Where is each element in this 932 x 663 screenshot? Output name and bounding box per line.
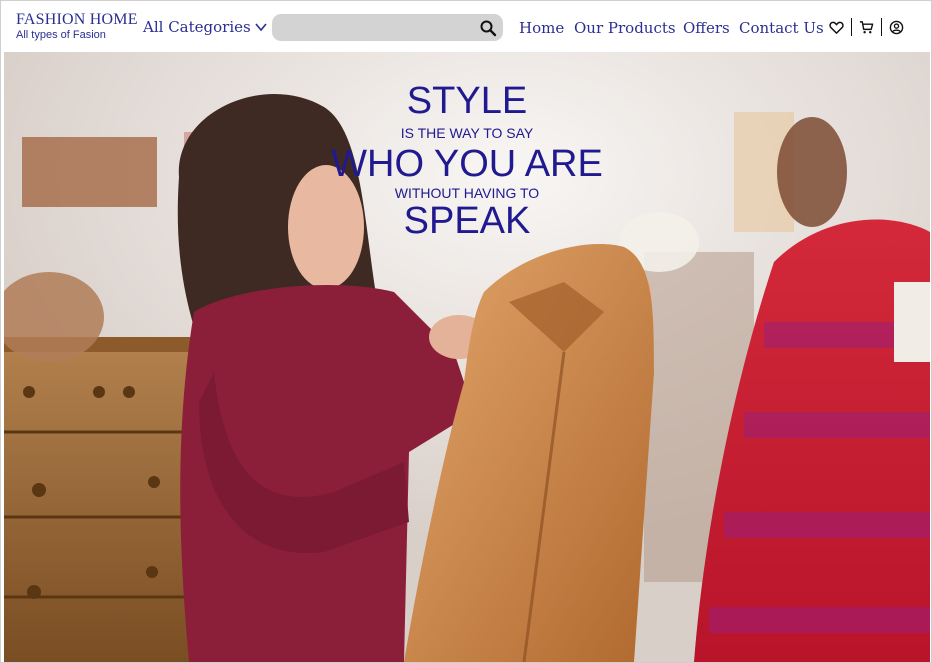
- divider: [851, 18, 852, 36]
- nav-our-products[interactable]: Our Products: [574, 19, 676, 37]
- hero-banner: STYLE IS THE WAY TO SAY WHO YOU ARE WITH…: [4, 52, 930, 662]
- hero-subline-1: IS THE WAY TO SAY: [400, 125, 534, 141]
- hero-subline-2: WITHOUT HAVING TO: [394, 185, 540, 201]
- search-input[interactable]: [280, 18, 474, 39]
- search-bar: [272, 14, 503, 41]
- all-categories-dropdown[interactable]: All Categories: [143, 18, 268, 36]
- cart-icon: [859, 20, 874, 33]
- hero-headline-who-you-are: WHO YOU ARE: [331, 143, 603, 185]
- account-button[interactable]: [889, 20, 904, 35]
- search-icon[interactable]: [479, 19, 497, 37]
- brand-tagline: All types of Fasion: [16, 29, 106, 41]
- top-navbar: FASHION HOME All types of Fasion All Cat…: [1, 1, 931, 51]
- chevron-down-icon: [255, 23, 267, 32]
- brand-name: FASHION HOME: [16, 11, 138, 28]
- hero-headline-style: STYLE: [406, 80, 528, 122]
- brand-logo[interactable]: FASHION HOME All types of Fasion: [16, 11, 138, 42]
- nav-home[interactable]: Home: [519, 19, 564, 37]
- hero-headline-speak: SPEAK: [403, 200, 531, 242]
- heart-icon: [829, 21, 844, 34]
- cart-button[interactable]: [859, 20, 874, 35]
- wishlist-button[interactable]: [829, 20, 844, 35]
- divider: [881, 18, 882, 36]
- user-icon: [889, 20, 904, 34]
- nav-contact-us[interactable]: Contact Us: [739, 19, 824, 37]
- page: FASHION HOME All types of Fasion All Cat…: [0, 0, 932, 663]
- nav-offers[interactable]: Offers: [683, 19, 730, 37]
- all-categories-label: All Categories: [143, 18, 251, 36]
- header-icons: [829, 18, 904, 36]
